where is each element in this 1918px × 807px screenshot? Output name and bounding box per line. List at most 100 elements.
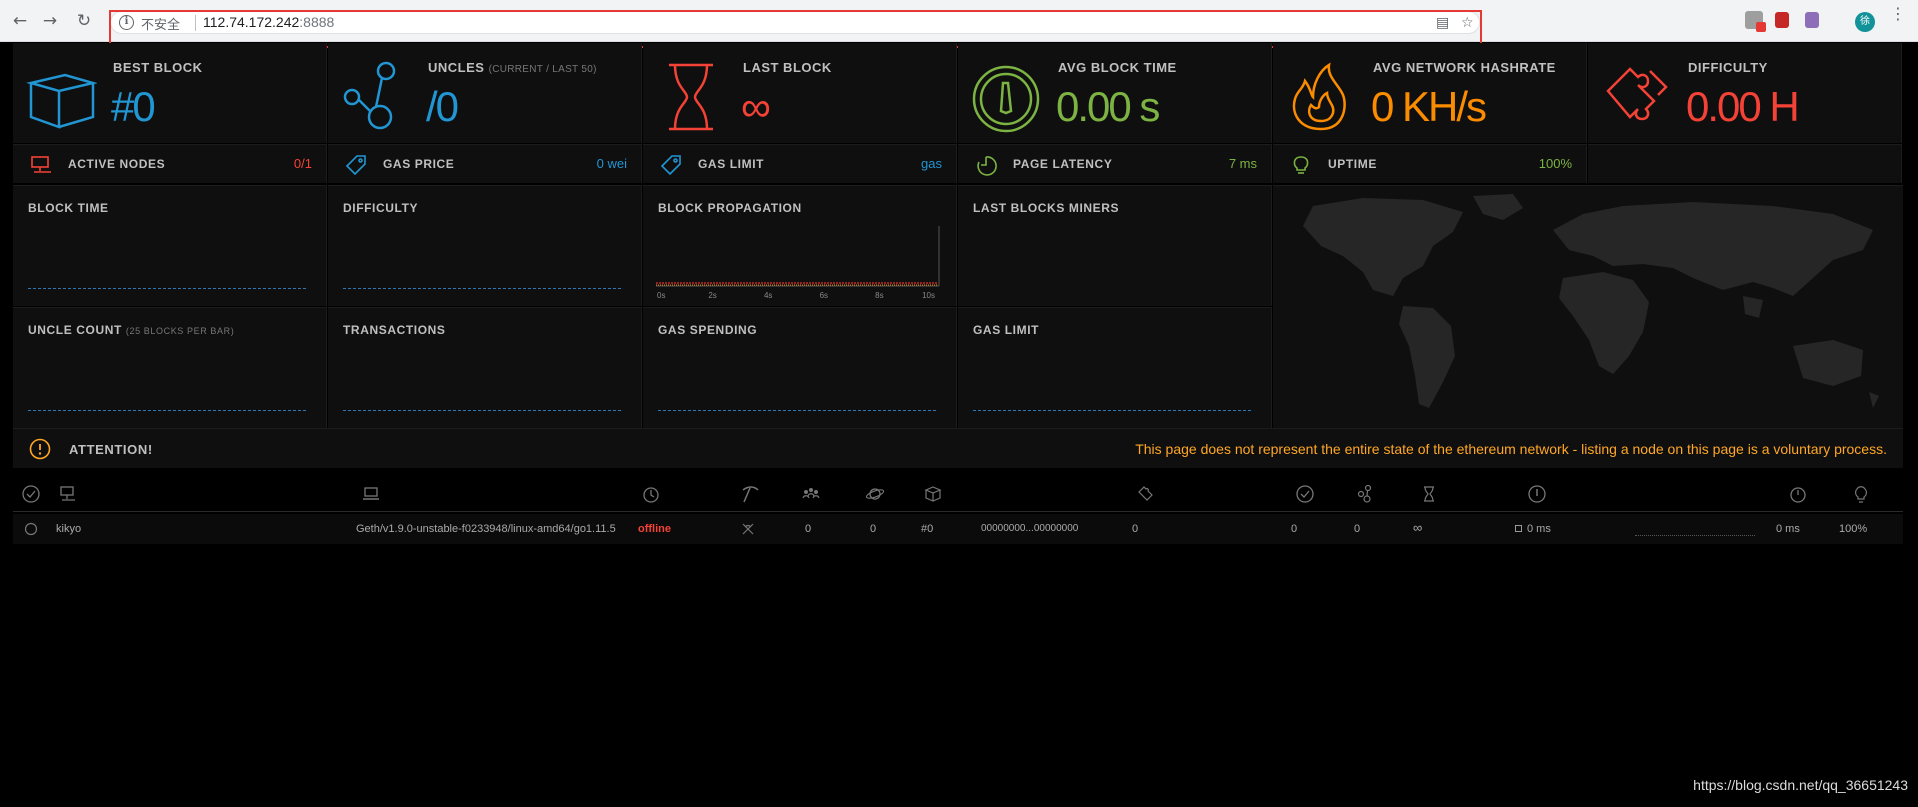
check-circle-icon[interactable] — [21, 484, 41, 504]
flame-icon — [1292, 62, 1346, 131]
world-map[interactable] — [1273, 185, 1903, 428]
uncles-icon — [343, 61, 396, 130]
propagation-tick-label: 0s — [657, 291, 665, 300]
small-stat-value: 0/1 — [293, 156, 312, 171]
node-status: offline — [638, 523, 671, 535]
world-map-graphic — [1303, 194, 1879, 408]
chart-baseline — [973, 410, 1251, 411]
small-stat-title: ACTIVE NODES — [68, 157, 166, 171]
server-icon[interactable] — [58, 484, 78, 504]
small-stat-title: GAS PRICE — [383, 157, 455, 171]
chart-baseline — [343, 410, 621, 411]
node-client: Geth/v1.9.0-unstable-f0233948/linux-amd6… — [356, 523, 616, 535]
attention-bar: ATTENTION! This page does not represent … — [13, 428, 1903, 468]
stat-empty — [1588, 144, 1902, 183]
hourglass-icon[interactable] — [1419, 484, 1439, 504]
stat-subtitle: (CURRENT / LAST 50) — [488, 64, 597, 75]
status-circle-icon — [24, 522, 38, 536]
stat-title: AVG BLOCK TIME — [1058, 60, 1177, 75]
node-history-sparkline — [1635, 535, 1755, 536]
chart-baseline — [28, 288, 306, 289]
gauge-icon[interactable] — [1527, 484, 1547, 504]
chart-title: DIFFICULTY — [343, 201, 419, 215]
timer-icon[interactable] — [1788, 484, 1808, 504]
stat-difficulty: DIFFICULTY 0.00 H — [1588, 43, 1902, 143]
hourglass-icon — [669, 63, 713, 131]
small-stat-title: UPTIME — [1328, 157, 1377, 171]
cube-icon — [26, 73, 97, 129]
bookmark-star-icon[interactable]: ☆ — [1461, 15, 1474, 31]
stat-gas-limit: GAS LIMIT gas — [643, 144, 957, 183]
chart-title: UNCLE COUNT (25 BLOCKS PER BAR) — [28, 323, 234, 337]
stat-best-block: BEST BLOCK #0 — [13, 43, 327, 143]
chart-baseline — [343, 288, 621, 289]
stat-value: /0 — [426, 83, 459, 130]
puzzle-icon[interactable] — [1135, 484, 1155, 504]
stat-page-latency: PAGE LATENCY 7 ms — [958, 144, 1272, 183]
pdf-tool-icon[interactable] — [1805, 12, 1819, 28]
table-row[interactable]: kikyo Geth/v1.9.0-unstable-f0233948/linu… — [13, 514, 1903, 544]
small-stat-value: 100% — [1538, 156, 1572, 171]
node-name[interactable]: kikyo — [56, 523, 81, 535]
chart-title-text: UNCLE COUNT — [28, 323, 122, 337]
stat-value: ∞ — [741, 83, 771, 130]
small-stat-value: 7 ms — [1228, 156, 1257, 171]
node-table-header — [13, 476, 1903, 512]
stat-title: DIFFICULTY — [1688, 60, 1768, 75]
peers-icon[interactable] — [801, 484, 821, 504]
node-pending: 0 — [870, 523, 877, 535]
extension-icon[interactable] — [1745, 11, 1766, 32]
translate-icon[interactable]: ▤ — [1436, 15, 1449, 31]
chart-title: TRANSACTIONS — [343, 323, 446, 337]
node-propagation-time: 0 ms — [1527, 523, 1551, 535]
server-icon — [31, 156, 51, 173]
laptop-icon[interactable] — [361, 484, 381, 504]
stat-title: AVG NETWORK HASHRATE — [1373, 60, 1556, 75]
node-uptime: 100% — [1839, 523, 1868, 535]
stat-title: LAST BLOCK — [743, 60, 832, 75]
profile-avatar[interactable]: 徐 — [1855, 12, 1875, 32]
chart-block-propagation: BLOCK PROPAGATION 0s 2s 4s 6s 8s 10s — [643, 185, 957, 306]
chart-gas-limit: GAS LIMIT — [958, 307, 1272, 428]
puzzle-icon — [1606, 67, 1668, 121]
menu-icon[interactable]: ⋮ — [1890, 6, 1906, 22]
stat-value: 0.00 s — [1056, 83, 1160, 130]
propagation-square-icon — [1515, 525, 1522, 532]
gauge-icon — [972, 65, 1040, 133]
omnibox-separator — [195, 15, 196, 31]
browser-toolbar: ← → ↻ i 不安全 112.74.172.242:8888 ▤ ☆ 徐 ⋮ — [0, 0, 1918, 48]
chart-gas-spending: GAS SPENDING — [643, 307, 957, 428]
chart-baseline — [658, 410, 936, 411]
propagation-chart: 0s 2s 4s 6s 8s 10s — [656, 226, 940, 300]
chart-title: BLOCK TIME — [28, 201, 109, 215]
cube-icon[interactable] — [923, 484, 943, 504]
timer-icon[interactable] — [641, 484, 661, 504]
chart-baseline — [28, 410, 306, 411]
url-text[interactable]: 112.74.172.242:8888 — [203, 14, 334, 30]
tag-icon — [345, 155, 366, 176]
stat-title-text: UNCLES — [428, 60, 485, 75]
pdf-extension-icon[interactable] — [1775, 12, 1789, 28]
uncles-icon[interactable] — [1356, 484, 1376, 504]
chart-title: GAS SPENDING — [658, 323, 758, 337]
warning-icon — [29, 438, 51, 460]
insecure-label[interactable]: 不安全 — [141, 14, 180, 33]
address-bar[interactable]: i 不安全 112.74.172.242:8888 ▤ ☆ — [110, 11, 1480, 34]
timer-icon — [977, 156, 997, 176]
back-arrow-icon[interactable]: ← — [10, 11, 30, 31]
attention-message: This page does not represent the entire … — [1135, 441, 1887, 457]
chart-transactions: TRANSACTIONS — [328, 307, 642, 428]
forward-arrow-icon[interactable]: → — [40, 11, 60, 31]
check-circle-icon[interactable] — [1295, 484, 1315, 504]
chart-title: LAST BLOCKS MINERS — [973, 201, 1120, 215]
info-icon[interactable]: i — [119, 15, 134, 30]
stat-last-block: LAST BLOCK ∞ — [643, 43, 957, 143]
stat-uptime: UPTIME 100% — [1273, 144, 1587, 183]
url-host: 112.74.172.242 — [203, 14, 300, 30]
lightbulb-icon[interactable] — [1851, 484, 1871, 504]
pickaxe-icon[interactable] — [740, 484, 760, 504]
reload-icon[interactable]: ↻ — [74, 11, 94, 31]
small-stat-value: gas — [921, 156, 942, 171]
planet-icon[interactable] — [865, 484, 885, 504]
attention-title: ATTENTION! — [69, 442, 153, 457]
